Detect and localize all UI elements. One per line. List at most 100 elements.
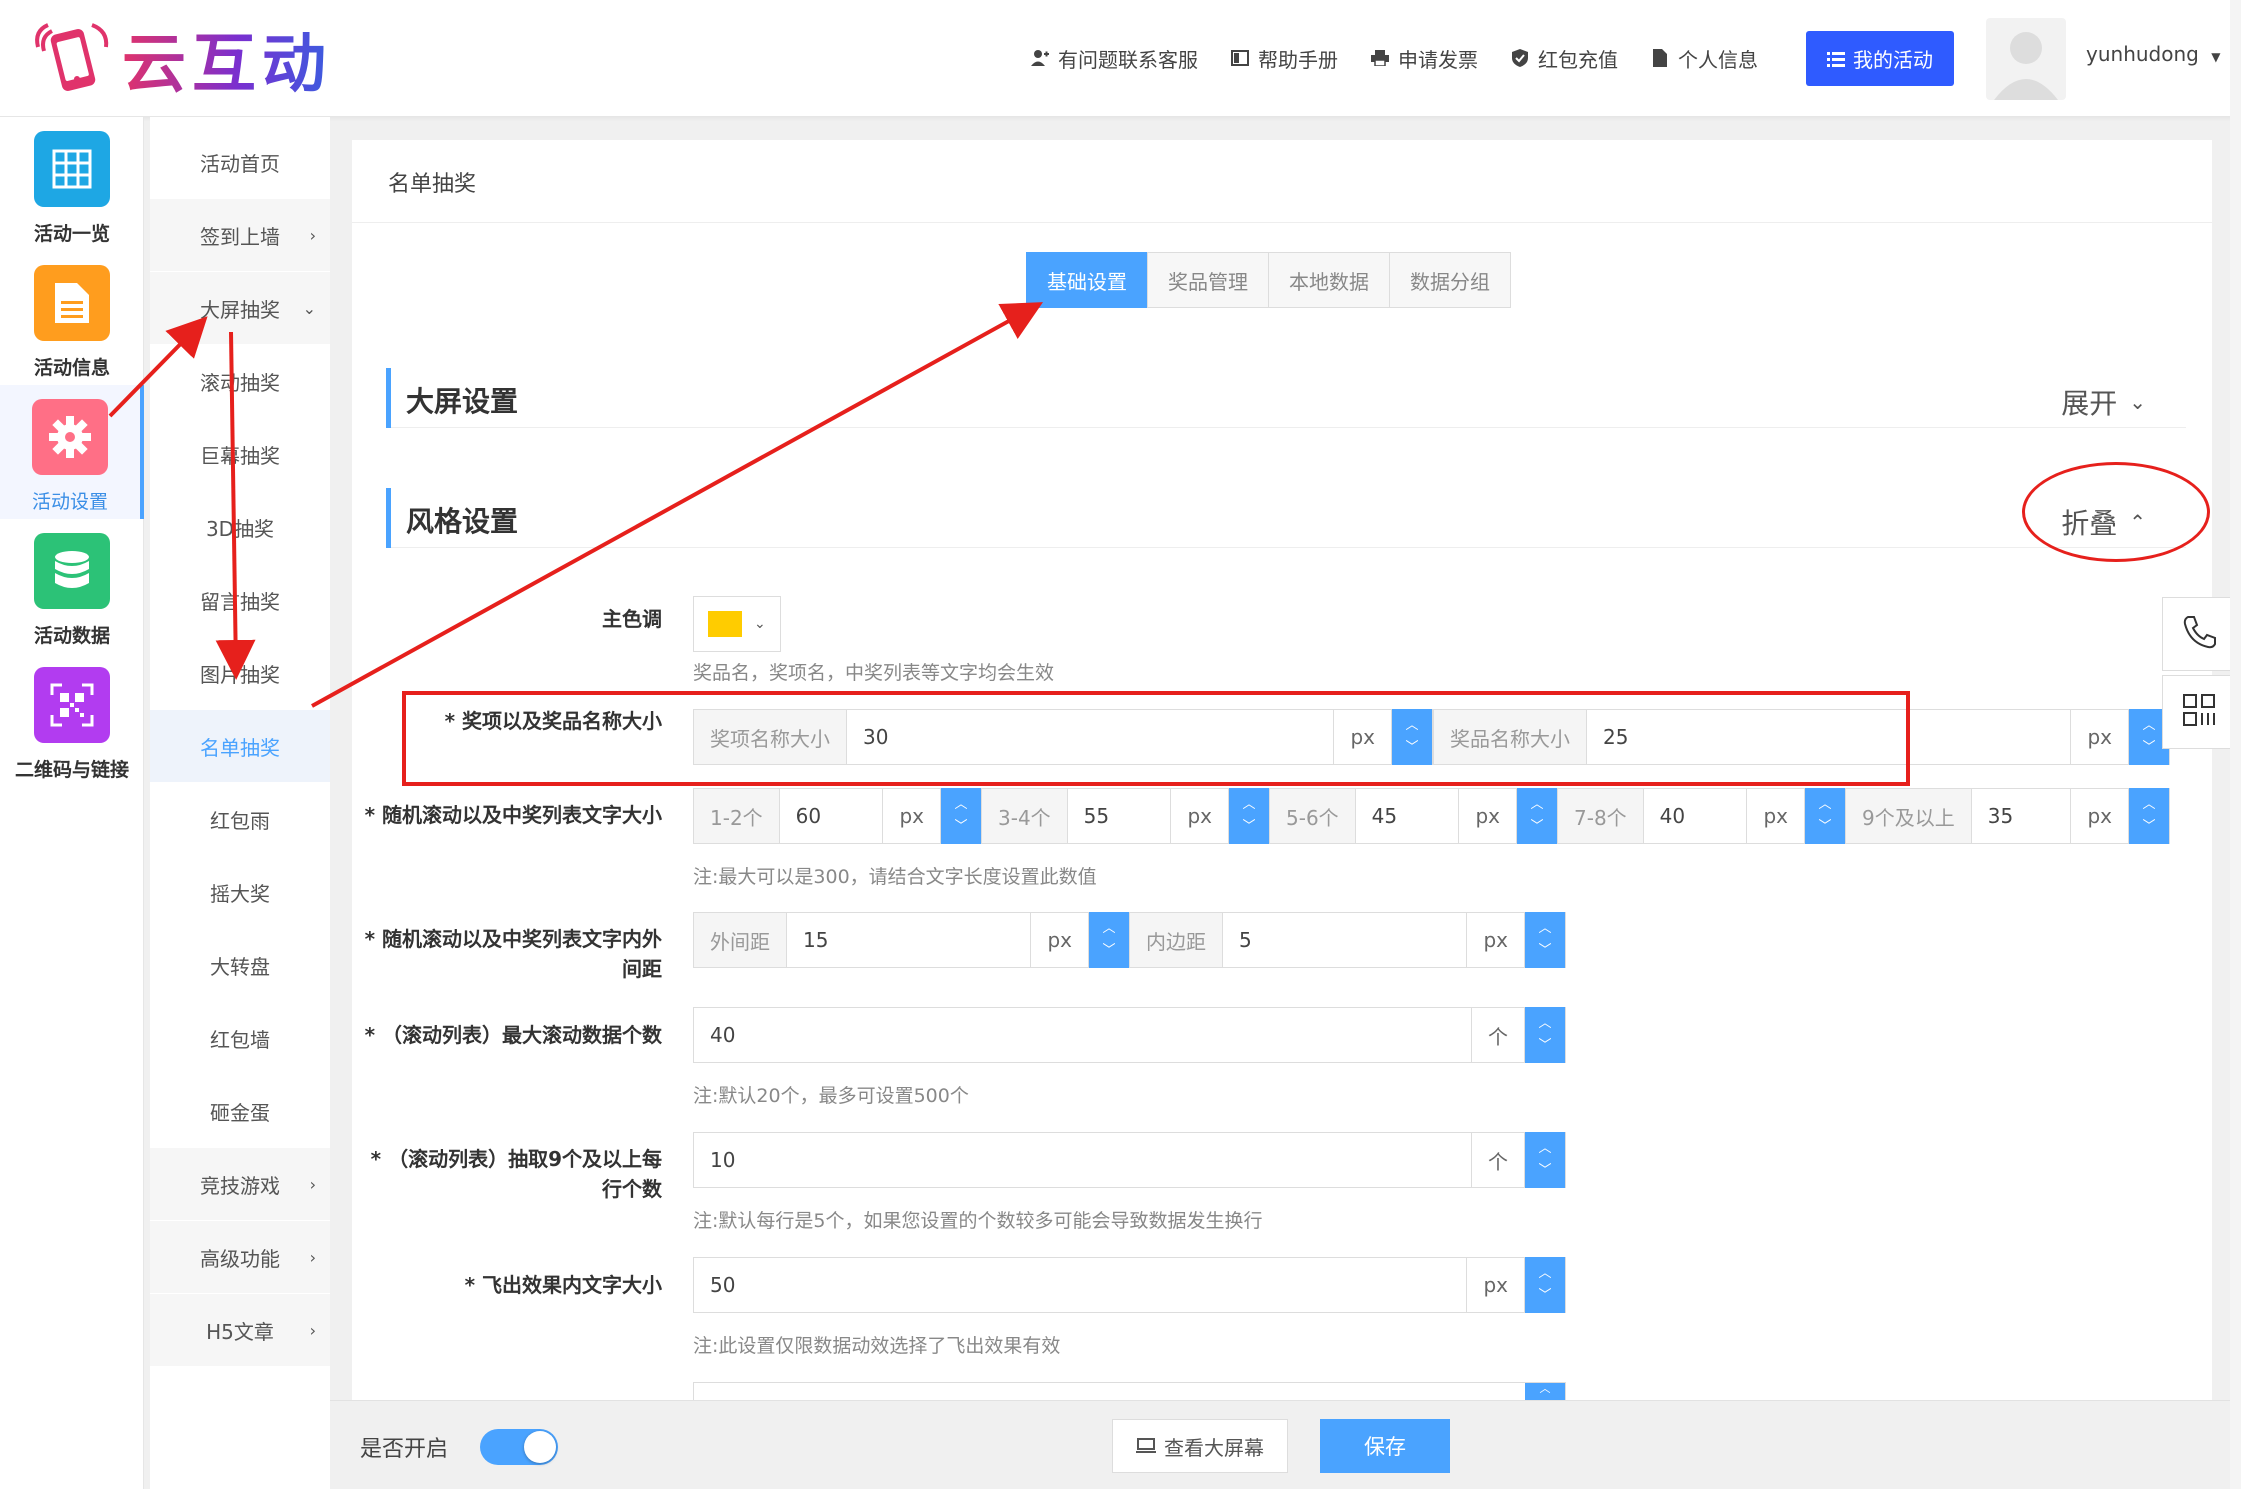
subnav-item-big-screen-lottery[interactable]: 大屏抽奖 ⌄: [150, 272, 330, 344]
stepper-button[interactable]: ︿ ﹀: [1805, 788, 1845, 844]
per-row-input[interactable]: 10: [694, 1133, 1471, 1187]
addon-label: 1-2个: [694, 789, 780, 843]
subnav-item-h5-article[interactable]: H5文章 ›: [150, 1294, 330, 1366]
next-field-input[interactable]: [694, 1383, 1525, 1400]
subnav-item-competitive-games[interactable]: 竞技游戏 ›: [150, 1148, 330, 1220]
max-scroll-group: 40 个 ︿ ﹀: [693, 1007, 1566, 1063]
unit-label: 个: [1471, 1008, 1525, 1062]
expand-toggle[interactable]: 展开 ⌄: [2061, 382, 2146, 422]
subnav-item-rolling-lottery[interactable]: 滚动抽奖: [150, 345, 330, 417]
list-text-size-hint: 注:最大可以是300，请结合文字长度设置此数值: [693, 866, 1097, 888]
personal-info-link[interactable]: 个人信息: [1650, 36, 1758, 80]
stepper-button[interactable]: ︿ ﹀: [1089, 912, 1129, 968]
section-accent-bar: [386, 368, 391, 428]
stepper-button[interactable]: ︿ ﹀: [1525, 912, 1565, 968]
subnav-label: 留言抽奖: [200, 589, 280, 614]
tab-data-groups[interactable]: 数据分组: [1389, 252, 1511, 308]
redpacket-recharge-link[interactable]: 红包充值: [1510, 36, 1618, 80]
unit-label: px: [1466, 1258, 1525, 1312]
invoice-link[interactable]: 申请发票: [1370, 36, 1478, 80]
inner-padding-input[interactable]: 5: [1223, 913, 1466, 967]
subnav-label: 签到上墙: [200, 224, 280, 249]
size-input-1-2[interactable]: 60: [780, 789, 883, 843]
addon-label: 3-4个: [982, 789, 1068, 843]
size-input-9-plus[interactable]: 35: [1972, 789, 2071, 843]
avatar[interactable]: [1986, 18, 2066, 100]
size-group-5-6: 5-6个 45 px ︿ ﹀: [1269, 788, 1558, 844]
subnav-item-wheel[interactable]: 大转盘: [150, 929, 330, 1001]
per-row-hint: 注:默认每行是5个，如果您设置的个数较多可能会导致数据发生换行: [693, 1210, 1263, 1232]
tab-local-data[interactable]: 本地数据: [1268, 252, 1390, 308]
subnav-item-redpacket-wall[interactable]: 红包墙: [150, 1002, 330, 1074]
size-group-7-8: 7-8个 40 px ︿ ﹀: [1557, 788, 1846, 844]
subnav-item-redpacket-rain[interactable]: 红包雨: [150, 783, 330, 855]
chevron-down-icon: ﹀: [1102, 943, 1116, 958]
sidebar-item-activity-data[interactable]: 活动数据: [0, 519, 144, 653]
subnav-item-list-lottery[interactable]: 名单抽奖: [150, 710, 330, 782]
stepper-button[interactable]: ︿ ﹀: [2129, 788, 2169, 844]
stepper-button[interactable]: ︿ ﹀: [941, 788, 981, 844]
subnav-item-3d-lottery[interactable]: 3D抽奖: [150, 491, 330, 563]
tab-prize-management[interactable]: 奖品管理: [1147, 252, 1269, 308]
enable-label: 是否开启: [360, 1437, 449, 1462]
stepper-button[interactable]: ︿ ﹀: [1229, 788, 1269, 844]
subnav-item-image-lottery[interactable]: 图片抽奖: [150, 637, 330, 709]
phone-contact-button[interactable]: [2162, 597, 2236, 671]
main-color-picker[interactable]: ⌄: [693, 596, 781, 652]
subnav-item-shake-prize[interactable]: 摇大奖: [150, 856, 330, 928]
fly-size-input[interactable]: 50: [694, 1258, 1466, 1312]
stepper-button[interactable]: ︿ ﹀: [1525, 1007, 1565, 1063]
subnav-item-golden-egg[interactable]: 砸金蛋: [150, 1075, 330, 1147]
subnav-item-advanced[interactable]: 高级功能 ›: [150, 1221, 330, 1293]
settings-tabs: 基础设置 奖品管理 本地数据 数据分组: [1026, 252, 1511, 308]
size-input-5-6[interactable]: 45: [1356, 789, 1459, 843]
qrcode-float-button[interactable]: [2162, 675, 2236, 749]
brand-logo[interactable]: 云互动: [30, 14, 332, 104]
username-label: yunhudong: [2086, 42, 2199, 66]
stepper-button[interactable]: ︿ ﹀: [1525, 1132, 1565, 1188]
subnav-item-home[interactable]: 活动首页: [150, 126, 330, 198]
stepper-button[interactable]: ︿ ﹀: [1525, 1257, 1565, 1313]
subnav-label: 摇大奖: [210, 881, 270, 906]
view-big-screen-button[interactable]: 查看大屏幕: [1112, 1419, 1288, 1473]
subnav-item-message-lottery[interactable]: 留言抽奖: [150, 564, 330, 636]
subnav-label: 巨幕抽奖: [200, 443, 280, 468]
subnav-item-signin-wall[interactable]: 签到上墙 ›: [150, 199, 330, 271]
outer-margin-input[interactable]: 15: [787, 913, 1030, 967]
max-scroll-hint: 注:默认20个，最多可设置500个: [693, 1085, 969, 1107]
sidebar-item-qrcode-links[interactable]: 二维码与链接: [0, 653, 144, 787]
stepper-button[interactable]: ︿ ﹀: [1517, 788, 1557, 844]
unit-label: px: [1458, 789, 1517, 843]
chevron-right-icon: ›: [309, 1174, 316, 1194]
document-icon: [34, 265, 110, 341]
enable-toggle[interactable]: [480, 1429, 558, 1465]
size-input-3-4[interactable]: 55: [1068, 789, 1171, 843]
help-manual-label: 帮助手册: [1258, 47, 1338, 72]
help-manual-link[interactable]: 帮助手册: [1230, 36, 1338, 80]
sidebar-item-activity-list[interactable]: 活动一览: [0, 117, 144, 251]
sidebar-item-activity-settings[interactable]: 活动设置: [0, 385, 144, 519]
user-menu[interactable]: yunhudong ▼: [2086, 42, 2220, 66]
subnav-label: 砸金蛋: [210, 1100, 270, 1125]
qrcode-icon: [34, 667, 110, 743]
size-input-7-8[interactable]: 40: [1644, 789, 1747, 843]
page-scrollbar[interactable]: [2230, 0, 2241, 1489]
chevron-up-icon: ︿: [1818, 797, 1832, 812]
sidebar-item-activity-info[interactable]: 活动信息: [0, 251, 144, 385]
my-activity-button[interactable]: 我的活动: [1806, 31, 1954, 86]
chevron-up-icon: ︿: [1538, 1141, 1552, 1156]
list-text-size-label: * 随机滚动以及中奖列表文字大小: [364, 803, 662, 827]
grid-icon: [34, 131, 110, 207]
max-scroll-input[interactable]: 40: [694, 1008, 1471, 1062]
subnav-label: 名单抽奖: [200, 735, 280, 760]
save-button[interactable]: 保存: [1320, 1419, 1450, 1473]
subnav-item-giant-screen-lottery[interactable]: 巨幕抽奖: [150, 418, 330, 490]
color-swatch: [708, 611, 742, 637]
subnav-label: 大屏抽奖: [200, 297, 280, 322]
chevron-down-icon: ﹀: [2142, 819, 2156, 834]
stepper-button[interactable]: ︿: [1525, 1383, 1565, 1400]
book-icon: [1230, 48, 1250, 68]
contact-support-link[interactable]: 有问题联系客服: [1030, 36, 1198, 80]
page-title: 名单抽奖: [388, 172, 477, 197]
tab-basic-settings[interactable]: 基础设置: [1026, 252, 1148, 308]
